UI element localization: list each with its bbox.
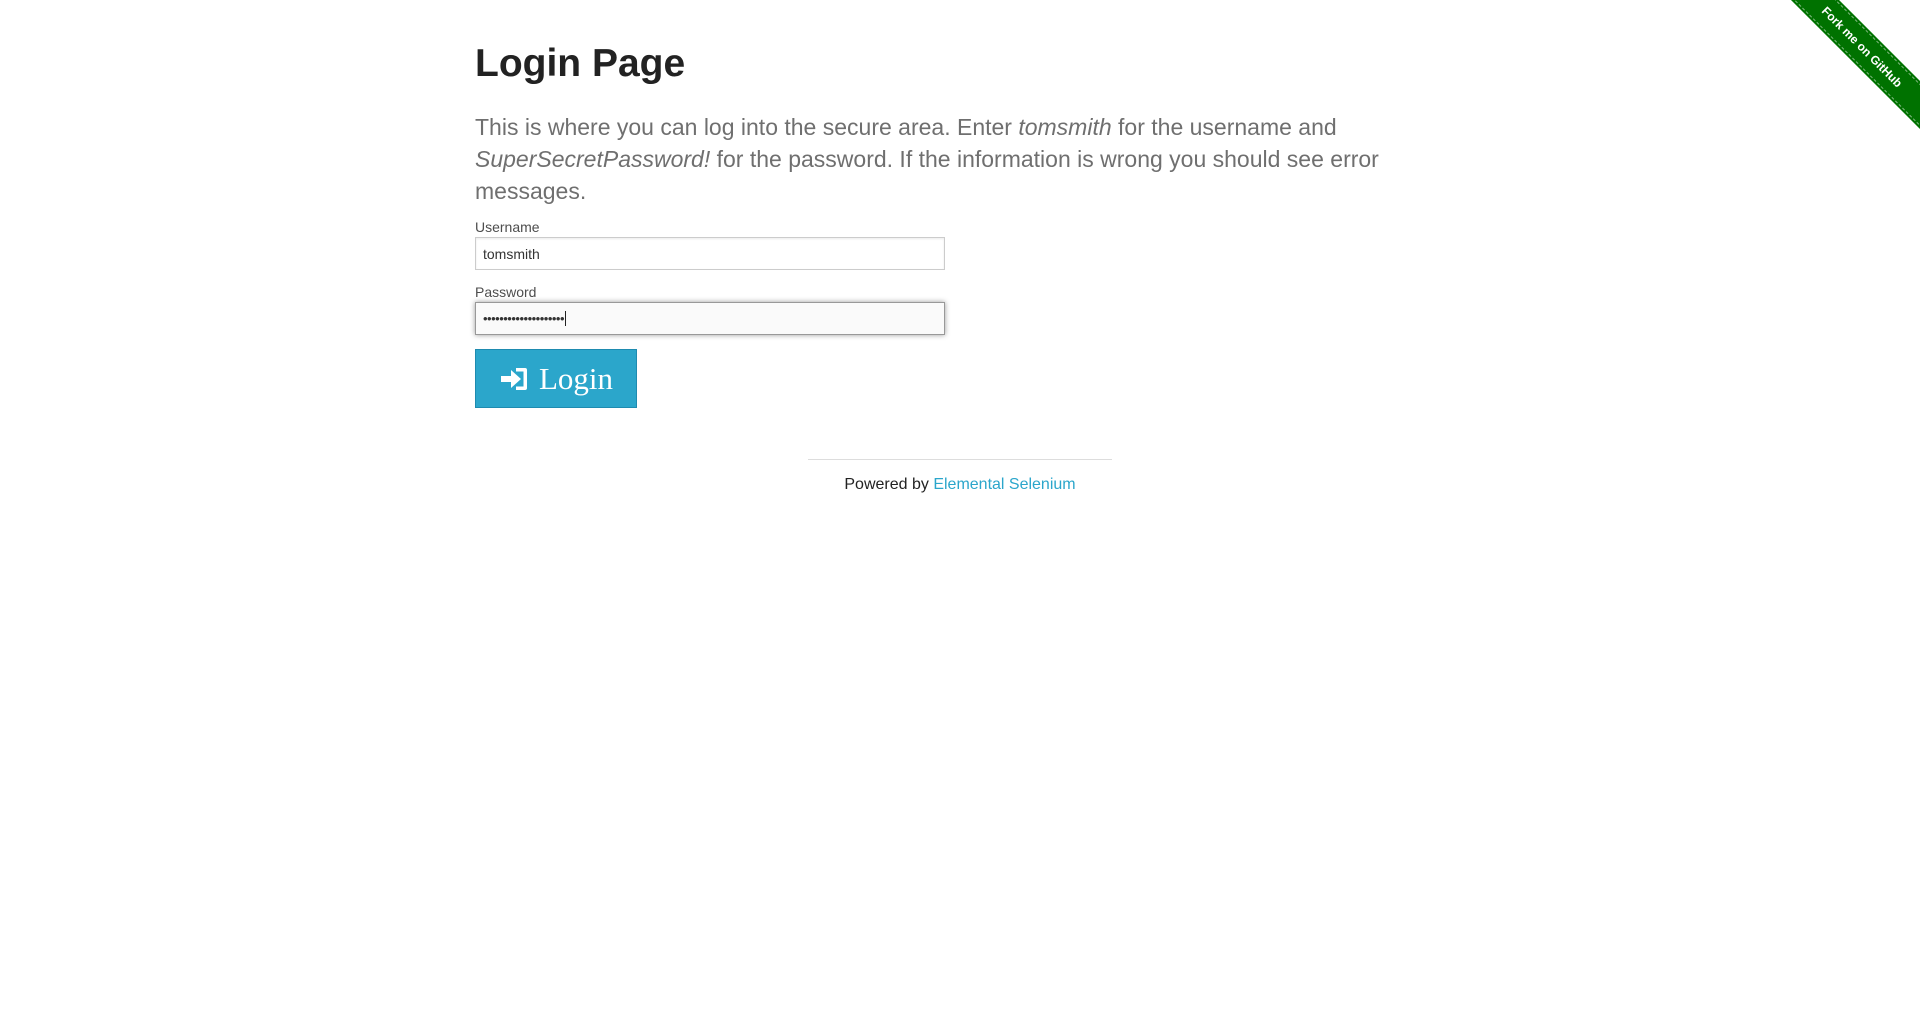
username-value: tomsmith: [483, 245, 540, 262]
sign-in-icon: [499, 366, 529, 392]
powered-by-text: Powered by: [844, 476, 934, 493]
main-content: Login Page This is where you can log int…: [475, 38, 1435, 408]
description-text-1: This is where you can log into the secur…: [475, 114, 1019, 140]
login-button[interactable]: Login: [475, 349, 637, 408]
password-field-group: Password ••••••••••••••••••••: [475, 284, 1435, 335]
username-label: Username: [475, 219, 540, 235]
password-input[interactable]: ••••••••••••••••••••: [475, 302, 945, 335]
password-hint: SuperSecretPassword!: [475, 146, 711, 172]
login-form: Username tomsmith Password •••••••••••••…: [475, 219, 1435, 408]
elemental-selenium-link[interactable]: Elemental Selenium: [933, 476, 1075, 493]
page: Login Page This is where you can log int…: [0, 0, 1920, 1028]
username-field-group: Username tomsmith: [475, 219, 1435, 270]
password-value: ••••••••••••••••••••: [483, 311, 565, 326]
fork-me-ribbon[interactable]: Fork me on GitHub: [1780, 0, 1920, 129]
page-description: This is where you can log into the secur…: [475, 111, 1395, 207]
username-hint: tomsmith: [1018, 114, 1112, 140]
github-ribbon-container: Fork me on GitHub: [1771, 0, 1920, 149]
username-input[interactable]: tomsmith: [475, 237, 945, 270]
page-title: Login Page: [475, 42, 686, 85]
password-label: Password: [475, 284, 537, 300]
description-text-2: for the username and: [1111, 114, 1337, 140]
footer: Powered by Elemental Selenium: [808, 459, 1112, 494]
login-button-label: Login: [538, 360, 614, 396]
text-caret: [565, 311, 567, 326]
